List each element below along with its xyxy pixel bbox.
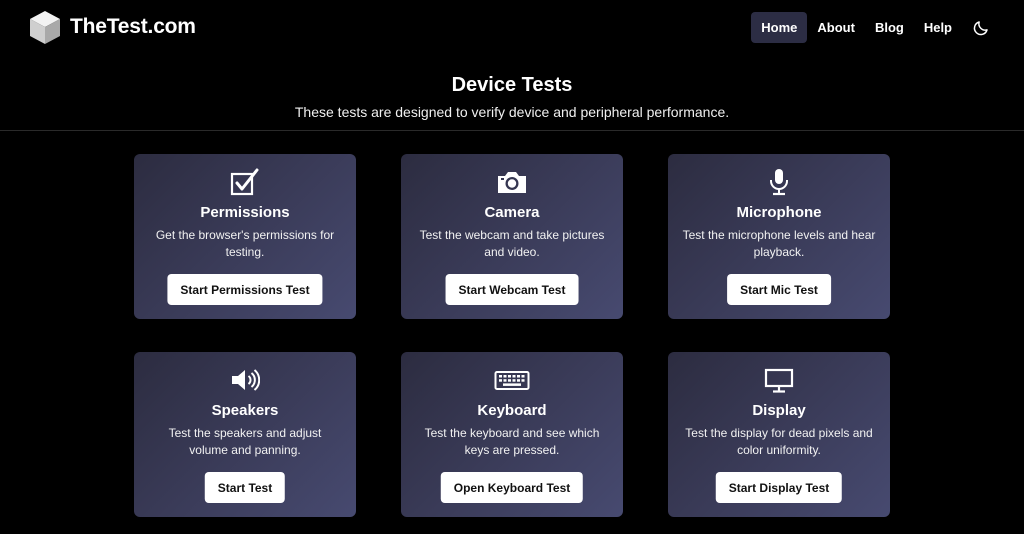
page-title: Device Tests xyxy=(451,74,573,96)
monitor-icon xyxy=(764,368,794,393)
card-speakers: Speakers Test the speakers and adjust vo… xyxy=(134,352,356,517)
cube-logo-icon xyxy=(30,11,60,44)
top-navbar: TheTest.com Home About Blog Help xyxy=(0,0,1024,56)
card-title: Microphone xyxy=(736,204,822,221)
nav-home[interactable]: Home xyxy=(751,12,808,43)
card-microphone: Microphone Test the microphone levels an… xyxy=(668,154,890,319)
page-subtitle: These tests are designed to verify devic… xyxy=(294,104,730,120)
card-keyboard: Keyboard Test the keyboard and see which… xyxy=(401,352,623,517)
start-webcam-test-button[interactable]: Start Webcam Test xyxy=(445,274,579,305)
checkbox-icon xyxy=(230,168,259,196)
brand-name: TheTest.com xyxy=(70,15,196,38)
card-description: Test the microphone levels and hear play… xyxy=(682,228,876,259)
nav-help[interactable]: Help xyxy=(914,12,962,43)
card-description: Test the display for dead pixels and col… xyxy=(685,426,873,457)
brand-logo[interactable]: TheTest.com xyxy=(28,9,196,45)
card-display: Display Test the display for dead pixels… xyxy=(668,352,890,517)
card-title: Speakers xyxy=(211,402,279,419)
start-mic-test-button[interactable]: Start Mic Test xyxy=(727,274,831,305)
start-speaker-test-button[interactable]: Start Test xyxy=(204,472,286,503)
keyboard-icon xyxy=(494,371,530,390)
card-camera: Camera Test the webcam and take pictures… xyxy=(401,154,623,319)
start-display-test-button[interactable]: Start Display Test xyxy=(715,472,843,503)
card-title: Display xyxy=(752,402,806,419)
card-permissions: Permissions Get the browser's permission… xyxy=(134,154,356,319)
nav-menu: Home About Blog Help xyxy=(751,12,990,43)
start-permissions-test-button[interactable]: Start Permissions Test xyxy=(167,274,323,305)
card-description: Test the webcam and take pictures and vi… xyxy=(419,228,605,259)
hero-section: Device Tests These tests are designed to… xyxy=(0,70,1024,122)
camera-icon xyxy=(498,172,526,193)
card-title: Permissions xyxy=(200,204,290,221)
card-title: Keyboard xyxy=(477,402,547,419)
nav-about[interactable]: About xyxy=(807,12,865,43)
card-description: Get the browser's permissions for testin… xyxy=(155,228,335,259)
card-title: Camera xyxy=(484,204,540,221)
card-description: Test the keyboard and see which keys are… xyxy=(424,426,600,457)
speaker-icon xyxy=(232,369,260,391)
moon-icon[interactable] xyxy=(972,19,990,37)
nav-blog[interactable]: Blog xyxy=(865,12,914,43)
microphone-icon xyxy=(770,169,788,196)
header-divider xyxy=(0,130,1024,131)
card-description: Test the speakers and adjust volume and … xyxy=(168,426,322,457)
open-keyboard-test-button[interactable]: Open Keyboard Test xyxy=(440,472,584,503)
